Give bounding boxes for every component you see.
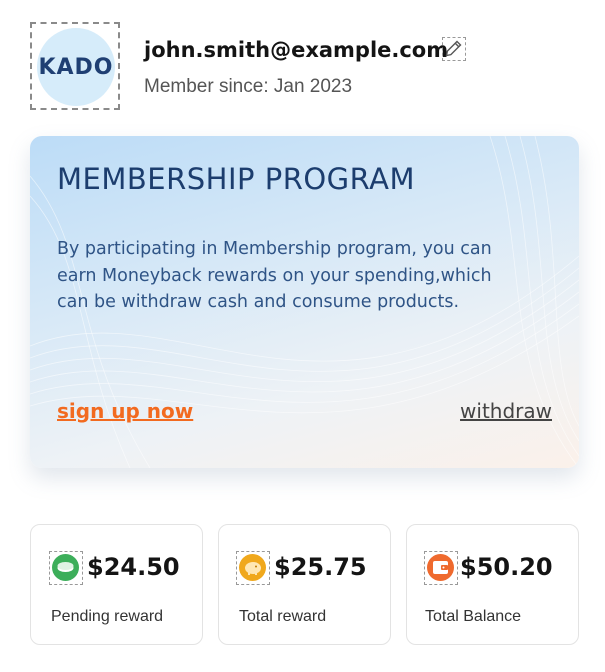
avatar-logo: KADO [37,28,115,106]
avatar[interactable]: KADO [30,22,120,110]
piggy-bank-icon [236,551,270,585]
wallet-icon [424,551,458,585]
withdraw-link[interactable]: withdraw [460,399,552,423]
member-since: Member since: Jan 2023 [144,76,353,97]
avatar-logo-text: KADO [38,54,114,80]
card-description: By participating in Membership program, … [57,239,492,312]
green-coin-icon [49,551,83,585]
pending-reward-value: $24.50 [87,553,180,581]
membership-card: MEMBERSHIP PROGRAM By participating in M… [30,136,579,468]
user-email: john.smith@example.com [144,38,449,62]
total-balance-label: Total Balance [425,608,522,625]
card-title: MEMBERSHIP PROGRAM [57,162,415,196]
stat-card-pending-reward: $24.50 Pending reward [30,524,203,645]
sign-up-link[interactable]: sign up now [57,399,193,423]
edit-icon[interactable] [442,37,466,61]
pending-reward-label: Pending reward [51,608,164,625]
stat-card-total-reward: $25.75 Total reward [218,524,391,645]
profile-header: KADO john.smith@example.com Member since… [30,22,590,110]
total-reward-label: Total reward [239,608,327,625]
total-reward-value: $25.75 [274,553,367,581]
stat-card-total-balance: $50.20 Total Balance [406,524,579,645]
total-balance-value: $50.20 [460,553,553,581]
